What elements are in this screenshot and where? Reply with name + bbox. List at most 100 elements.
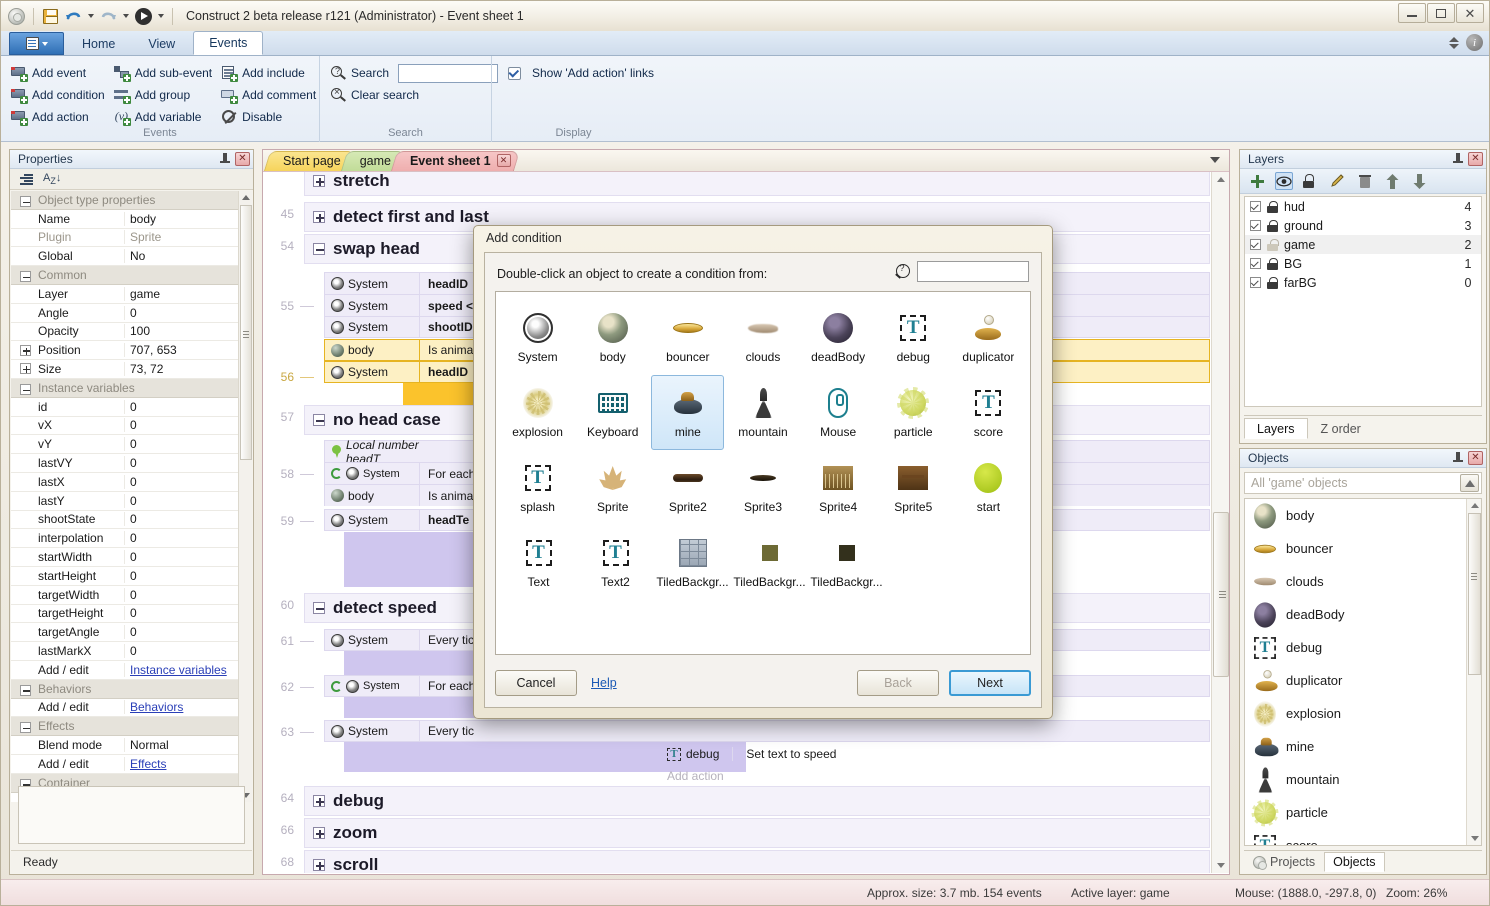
condition-text[interactable]: shootID xyxy=(420,320,473,334)
property-row[interactable]: Add / editEffects xyxy=(11,755,252,774)
property-value[interactable]: 0 xyxy=(124,418,252,432)
object-grid-cell[interactable]: TiledBackgr... xyxy=(732,525,807,600)
condition-object[interactable]: System xyxy=(325,317,420,337)
event-group-scroll[interactable]: scroll xyxy=(304,850,1210,873)
add-event-button[interactable]: Add event xyxy=(9,62,112,84)
event-sheet-scrollbar[interactable] xyxy=(1211,172,1229,873)
object-list-item[interactable]: explosion xyxy=(1245,697,1466,730)
object-list-item[interactable]: body xyxy=(1245,499,1466,532)
add-action-link[interactable]: Add action xyxy=(667,769,724,783)
layer-visible-checkbox[interactable] xyxy=(1250,239,1261,250)
property-value[interactable]: 73, 72 xyxy=(124,362,252,376)
add-include-button[interactable]: Add include xyxy=(219,62,319,84)
condition-text[interactable]: Every tic xyxy=(420,724,474,738)
clear-search-button[interactable]: Clear search xyxy=(328,84,481,106)
expander-plus-icon[interactable] xyxy=(313,175,325,187)
condition-object[interactable]: System xyxy=(325,721,420,741)
scroll-down-icon[interactable] xyxy=(1471,836,1479,841)
expander-plus-icon[interactable] xyxy=(313,795,325,807)
condition-text[interactable]: For each xyxy=(420,679,475,693)
object-grid-cell[interactable]: Tdebug xyxy=(877,300,950,375)
pin-icon[interactable] xyxy=(1451,152,1465,166)
expander-plus-icon[interactable] xyxy=(20,363,31,374)
object-grid-cell[interactable]: Sprite2 xyxy=(651,450,724,525)
condition-text[interactable]: speed < xyxy=(420,299,473,313)
go-up-button[interactable] xyxy=(1460,474,1479,492)
condition-text[interactable]: headID xyxy=(420,365,468,379)
condition-text[interactable]: headTe xyxy=(420,513,469,527)
property-row[interactable]: Layergame xyxy=(11,285,252,304)
condition-text[interactable]: headID xyxy=(420,277,468,291)
event-action-row[interactable]: T debug Set text to speed xyxy=(667,747,836,761)
layer-visible-checkbox[interactable] xyxy=(1250,201,1261,212)
action-text[interactable]: Set text to speed xyxy=(746,747,836,761)
delete-trash-icon[interactable] xyxy=(1356,172,1374,190)
property-value[interactable]: body xyxy=(124,212,252,226)
object-grid-cell[interactable]: explosion xyxy=(501,375,574,450)
tab-objects[interactable]: Objects xyxy=(1324,852,1384,872)
scroll-up-icon[interactable] xyxy=(1217,177,1225,182)
expander-plus-icon[interactable] xyxy=(313,859,325,871)
property-category-row[interactable]: Object type properties xyxy=(11,191,252,210)
property-row[interactable]: PluginSprite xyxy=(11,229,252,248)
disable-button[interactable]: Disable xyxy=(219,106,319,128)
object-list-item[interactable]: deadBody xyxy=(1245,598,1466,631)
categorized-icon[interactable] xyxy=(18,173,33,186)
objects-list[interactable]: bodybouncercloudsdeadBodyTdebugduplicato… xyxy=(1244,498,1482,846)
run-dropdown-icon[interactable] xyxy=(158,14,164,18)
property-value[interactable]: Sprite xyxy=(124,230,252,244)
lock-icon[interactable] xyxy=(1267,258,1278,270)
property-row[interactable]: lastVY0 xyxy=(11,454,252,473)
dialog-search-input[interactable] xyxy=(917,261,1029,282)
object-grid-cell[interactable]: Sprite5 xyxy=(877,450,950,525)
layer-visible-checkbox[interactable] xyxy=(1250,220,1261,231)
property-value[interactable]: 0 xyxy=(124,475,252,489)
object-list-item[interactable]: mine xyxy=(1245,730,1466,763)
property-row[interactable]: GlobalNo xyxy=(11,247,252,266)
properties-scrollbar[interactable] xyxy=(238,191,252,802)
condition-object[interactable]: System xyxy=(325,273,420,294)
add-condition-button[interactable]: Add condition xyxy=(9,84,112,106)
tab-layers[interactable]: Layers xyxy=(1244,418,1308,439)
move-up-icon[interactable] xyxy=(1383,172,1401,190)
expander-minus-icon[interactable] xyxy=(313,414,325,426)
object-grid-cell[interactable]: TiledBackgr... xyxy=(809,525,884,600)
property-row[interactable]: Namebody xyxy=(11,210,252,229)
condition-object[interactable]: System xyxy=(325,676,420,696)
property-row[interactable]: interpolation0 xyxy=(11,529,252,548)
property-value[interactable]: 707, 653 xyxy=(124,343,252,357)
property-row[interactable]: startHeight0 xyxy=(11,567,252,586)
property-link[interactable]: Instance variables xyxy=(130,663,227,677)
ribbon-tab-events[interactable]: Events xyxy=(193,31,263,55)
close-icon[interactable]: ✕ xyxy=(235,152,250,166)
layer-row[interactable]: ground3 xyxy=(1245,216,1481,235)
property-row[interactable]: Opacity100 xyxy=(11,323,252,342)
property-value[interactable]: 0 xyxy=(124,588,252,602)
expander-plus-icon[interactable] xyxy=(313,211,325,223)
property-value[interactable]: 100 xyxy=(124,324,252,338)
minimize-button[interactable] xyxy=(1398,3,1426,23)
property-value[interactable]: 0 xyxy=(124,569,252,583)
condition-text[interactable]: For each xyxy=(420,467,475,481)
object-grid-cell[interactable]: Sprite xyxy=(576,450,649,525)
tab-projects[interactable]: Projects xyxy=(1244,852,1324,872)
object-grid-cell[interactable]: Mouse xyxy=(802,375,875,450)
undo-icon[interactable] xyxy=(62,5,84,27)
scrollbar-thumb[interactable] xyxy=(1468,513,1481,675)
scroll-up-icon[interactable] xyxy=(242,195,250,200)
property-value[interactable]: 0 xyxy=(124,400,252,414)
expander-minus-icon[interactable] xyxy=(20,384,31,395)
save-icon[interactable] xyxy=(39,5,61,27)
redo-dropdown-icon[interactable] xyxy=(123,14,129,18)
property-value[interactable]: 0 xyxy=(124,456,252,470)
expander-minus-icon[interactable] xyxy=(20,685,31,696)
lock-icon[interactable] xyxy=(1267,277,1278,289)
lock-icon[interactable] xyxy=(1302,172,1320,190)
property-row[interactable]: targetAngle0 xyxy=(11,623,252,642)
property-category-row[interactable]: Common xyxy=(11,266,252,285)
object-grid-cell[interactable]: Sprite4 xyxy=(802,450,875,525)
pin-icon[interactable] xyxy=(218,152,232,166)
tab-start-page[interactable]: Start page xyxy=(267,151,353,171)
add-layer-icon[interactable] xyxy=(1248,172,1266,190)
object-grid-cell[interactable]: bouncer xyxy=(651,300,724,375)
